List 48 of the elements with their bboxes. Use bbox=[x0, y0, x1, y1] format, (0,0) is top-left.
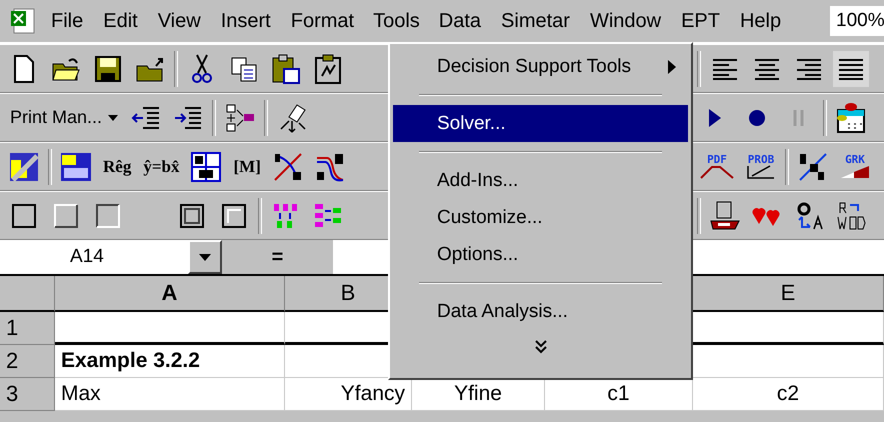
print-manager-dropdown[interactable]: Print Man... bbox=[6, 107, 122, 128]
excel-logo-icon[interactable] bbox=[10, 8, 36, 34]
dropdown-button[interactable] bbox=[188, 240, 222, 274]
menu-item[interactable]: Customize... bbox=[393, 199, 688, 236]
submenu-arrow-icon bbox=[668, 60, 676, 74]
menu-item[interactable]: Tools bbox=[365, 4, 428, 38]
toolbar-button[interactable]: Rêg bbox=[100, 148, 134, 184]
toolbar-button[interactable]: PROB bbox=[743, 146, 779, 186]
menu-item[interactable]: File bbox=[42, 4, 92, 38]
caret-icon bbox=[108, 114, 118, 120]
pdf-curve-icon bbox=[700, 165, 734, 179]
caret-icon bbox=[199, 254, 211, 260]
row-header[interactable]: 2 bbox=[0, 345, 55, 378]
toolbar-button[interactable]: [M] bbox=[230, 148, 264, 184]
menu-item[interactable]: Simetar bbox=[492, 4, 579, 38]
table-cell: c2 bbox=[693, 378, 884, 411]
menu-item[interactable]: Insert bbox=[212, 4, 280, 38]
menu-item[interactable]: View bbox=[148, 4, 210, 38]
column-header[interactable]: A bbox=[55, 276, 285, 312]
expand-chevron-icon[interactable] bbox=[534, 340, 546, 354]
column-header[interactable]: E bbox=[693, 276, 884, 312]
table-cell: Yfine bbox=[412, 378, 545, 411]
menu-item[interactable]: Decision Support Tools bbox=[393, 48, 688, 85]
table-cell: Max bbox=[55, 378, 285, 411]
menu-item[interactable]: Add-Ins... bbox=[393, 162, 688, 199]
table-cell: Example 3.2.2 bbox=[55, 345, 285, 378]
cdf-curve-icon bbox=[746, 165, 776, 179]
toolbar-button[interactable]: PDF bbox=[697, 146, 737, 186]
menu-item[interactable]: EPT bbox=[672, 4, 729, 38]
table-cell: c1 bbox=[545, 378, 693, 411]
menu-item[interactable]: Format bbox=[282, 4, 364, 38]
row-header[interactable]: 1 bbox=[0, 312, 55, 345]
menu-item[interactable]: Window bbox=[580, 4, 670, 38]
menu-item[interactable]: Data bbox=[430, 4, 490, 38]
menu-item[interactable]: Options... bbox=[393, 236, 688, 273]
menu-item[interactable]: Edit bbox=[94, 4, 147, 38]
toolbar-button[interactable]: ŷ=bx̂ bbox=[140, 148, 182, 184]
equals-button[interactable]: = bbox=[222, 240, 333, 274]
menu-item[interactable]: Solver... bbox=[393, 105, 688, 142]
row-header[interactable]: 3 bbox=[0, 378, 55, 411]
select-all-corner[interactable] bbox=[0, 276, 55, 312]
zoom-field[interactable]: 100% bbox=[830, 6, 884, 36]
justify-icon[interactable] bbox=[833, 50, 869, 86]
table-cell: Yfancy bbox=[285, 378, 412, 411]
name-box[interactable]: A14 bbox=[0, 240, 188, 274]
toolbar-button[interactable]: GRK bbox=[837, 146, 873, 186]
triangle-icon bbox=[840, 165, 870, 179]
menu-item[interactable]: Help bbox=[730, 4, 790, 38]
